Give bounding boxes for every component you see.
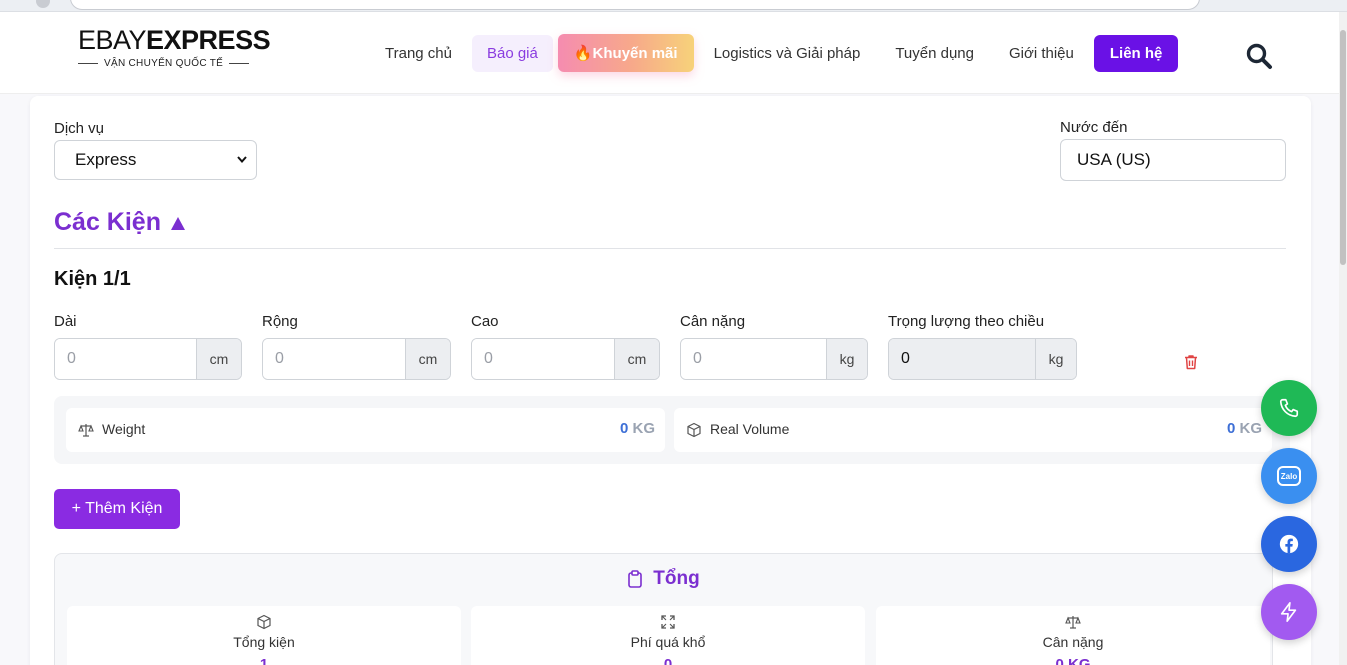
main-nav: Trang chủ Báo giá 🔥Khuyến mãi Logistics …: [370, 34, 1183, 72]
package-summary: Weight 0 KG Real Volume 0 KG: [54, 396, 1290, 464]
page-scrollbar[interactable]: [1339, 12, 1347, 665]
volume-summary-value: 0: [1226, 420, 1236, 437]
quote-form-card: Dịch vụ Express Nước đến USA (US) Các Ki…: [30, 96, 1311, 665]
volume-summary-unit: KG: [1239, 420, 1263, 437]
phone-icon: [1279, 398, 1299, 418]
phone-button[interactable]: [1261, 380, 1317, 436]
weight-summary-value: 0: [619, 420, 629, 437]
packages-section-title: Các Kiện: [54, 208, 161, 236]
length-unit: cm: [196, 339, 241, 379]
nav-about[interactable]: Giới thiệu: [994, 35, 1089, 72]
length-input-group: 0 cm: [54, 338, 242, 380]
width-unit: cm: [405, 339, 450, 379]
logo-text-light: EBAY: [78, 25, 147, 55]
clipboard-icon: [628, 570, 643, 588]
scale-icon: [78, 424, 94, 437]
divider: [54, 248, 1286, 249]
total-packages-value: 1: [259, 656, 269, 665]
total-packages-label: Tổng kiện: [233, 634, 295, 650]
total-packages: Tổng kiện 1: [67, 606, 461, 665]
height-input-group: 0 cm: [471, 338, 660, 380]
total-weight-label: Cân nặng: [1042, 634, 1104, 650]
total-title: Tổng: [653, 568, 700, 589]
service-select[interactable]: Express: [54, 140, 257, 180]
trash-icon[interactable]: [1182, 353, 1200, 371]
total-oversize-value: 0: [663, 656, 673, 665]
height-unit: cm: [614, 339, 659, 379]
total-weight: Cân nặng 0 KG: [876, 606, 1270, 665]
total-oversize-label: Phí quá khổ: [630, 634, 706, 650]
weight-unit: kg: [826, 339, 867, 379]
nav-promo[interactable]: 🔥Khuyến mãi: [557, 34, 694, 72]
facebook-button[interactable]: [1261, 516, 1317, 572]
volume-summary-label: Real Volume: [710, 421, 790, 437]
nav-careers[interactable]: Tuyển dụng: [880, 35, 989, 72]
zalo-button[interactable]: Zalo: [1261, 448, 1317, 504]
total-weight-value: 0 KG: [1055, 656, 1091, 665]
destination-input[interactable]: USA (US): [1060, 139, 1286, 181]
destination-label: Nước đến: [1060, 119, 1128, 136]
total-oversize: Phí quá khổ 0: [471, 606, 865, 665]
nav-contact-button[interactable]: Liên hệ: [1093, 34, 1179, 72]
logo-subtitle: VẬN CHUYỂN QUỐC TẾ: [104, 58, 224, 69]
dim-weight-label: Trọng lượng theo chiều: [888, 313, 1045, 330]
nav-logistics[interactable]: Logistics và Giải pháp: [699, 35, 876, 72]
weight-input-group: 0 kg: [680, 338, 868, 380]
facebook-icon: [1279, 534, 1299, 554]
logo-text-bold: EXPRESS: [146, 25, 271, 55]
length-input[interactable]: 0: [55, 339, 196, 379]
weight-input[interactable]: 0: [681, 339, 826, 379]
box-icon: [257, 614, 271, 630]
search-icon[interactable]: [1245, 42, 1273, 70]
width-label: Rộng: [262, 313, 298, 330]
nav-home[interactable]: Trang chủ: [370, 35, 467, 72]
service-select-value: Express: [75, 150, 137, 169]
nav-quote[interactable]: Báo giá: [471, 34, 553, 72]
height-input[interactable]: 0: [472, 339, 614, 379]
width-input[interactable]: 0: [263, 339, 405, 379]
browser-chrome: [0, 0, 1347, 12]
zalo-icon: Zalo: [1277, 466, 1301, 486]
chevron-down-icon: [237, 156, 247, 164]
add-package-button[interactable]: + Thêm Kiện: [54, 489, 180, 529]
site-logo[interactable]: EBAYEXPRESS VẬN CHUYỂN QUỐC TẾ: [78, 25, 271, 69]
package-title: Kiện 1/1: [54, 268, 131, 290]
dim-weight-value: 0: [889, 339, 1035, 379]
weight-label: Cân nặng: [680, 313, 746, 330]
packages-section-toggle[interactable]: Các Kiện: [54, 208, 185, 237]
total-panel: Tổng Tổng kiện 1 Phí quá khổ 0 Cân nặng …: [54, 553, 1273, 665]
caret-up-icon: [170, 217, 185, 230]
weight-summary-label: Weight: [102, 421, 146, 437]
width-input-group: 0 cm: [262, 338, 451, 380]
browser-home-icon[interactable]: [36, 0, 50, 8]
bolt-icon: [1280, 602, 1297, 622]
weight-summary: Weight 0 KG: [66, 408, 665, 452]
volume-summary: Real Volume 0 KG: [674, 408, 1272, 452]
service-label: Dịch vụ: [54, 120, 105, 137]
site-header: EBAYEXPRESS VẬN CHUYỂN QUỐC TẾ Trang chủ…: [0, 12, 1347, 94]
browser-address-bar[interactable]: [70, 0, 1200, 10]
height-label: Cao: [471, 313, 499, 330]
expand-icon: [661, 615, 675, 629]
box-icon: [687, 422, 701, 438]
dim-weight-unit: kg: [1035, 339, 1076, 379]
scale-icon: [1065, 616, 1081, 629]
quick-action-button[interactable]: [1261, 584, 1317, 640]
weight-summary-unit: KG: [632, 420, 656, 437]
dim-weight-input-group: 0 kg: [888, 338, 1077, 380]
length-label: Dài: [54, 313, 77, 330]
